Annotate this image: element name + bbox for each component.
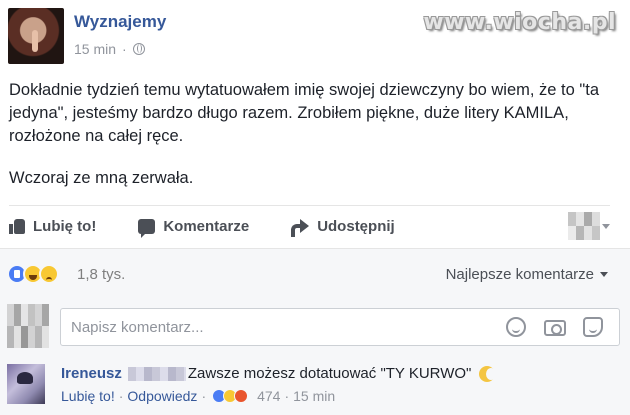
comment-button[interactable]: Komentarze (138, 217, 250, 238)
comment-text: Zawsze możesz dotatuować "TY KURWO" (187, 365, 472, 382)
comment-reply-link[interactable]: Odpowiedz (127, 388, 197, 404)
camera-icon[interactable] (544, 320, 566, 336)
commenter-name[interactable]: Ireneusz (61, 365, 122, 382)
meta-separator: · (284, 388, 290, 404)
moon-emoji-icon (479, 365, 497, 382)
meta-separator: · (118, 388, 124, 404)
divider (9, 205, 610, 206)
meta-separator: · (122, 41, 127, 57)
comment-sort-label: Najlepsze komentarze (445, 266, 594, 283)
comment-meta: Lubię to! · Odpowiedz · 474 · 15 min (61, 388, 335, 404)
author-block: Wyznajemy 15 min · (74, 8, 166, 64)
watermark: www.wiocha.pl (423, 10, 616, 35)
post-paragraph: Dokładnie tydzień temu wytatuowałem imię… (9, 81, 600, 145)
share-arrow-icon (291, 219, 310, 237)
comment-line: Ireneusz Zawsze możesz dotatuować "TY KU… (61, 365, 497, 382)
comment-placeholder: Napisz komentarz... (71, 319, 204, 336)
sticker-icon[interactable] (583, 317, 603, 337)
share-button[interactable]: Udostępnij (291, 217, 395, 237)
post-meta: 15 min · (74, 41, 166, 57)
comment-label: Komentarze (163, 217, 250, 235)
comment-reactions[interactable] (212, 389, 249, 403)
emoji-icon[interactable] (506, 317, 526, 337)
viewer-avatar-selector[interactable] (568, 212, 600, 240)
comment-like-link[interactable]: Lubię to! (61, 388, 115, 404)
chevron-down-icon[interactable] (602, 224, 610, 229)
comment-reaction-count[interactable]: 474 (257, 388, 280, 404)
post-time[interactable]: 15 min (74, 41, 116, 57)
author-name[interactable]: Wyznajemy (74, 12, 166, 32)
globe-icon (132, 43, 145, 55)
post-paragraph: Wczoraj ze mną zerwała. (9, 169, 194, 187)
viewer-avatar (7, 304, 49, 348)
reaction-icons[interactable] (7, 264, 59, 284)
share-label: Udostępnij (317, 217, 395, 235)
comment-box-row: Napisz komentarz... (0, 298, 630, 356)
post-actions: Lubię to! Komentarze Udostępnij (9, 211, 609, 241)
thumbs-up-icon (9, 218, 25, 234)
chevron-down-icon (600, 272, 608, 277)
comment-time[interactable]: 15 min (293, 388, 335, 404)
comment-sort-dropdown[interactable]: Najlepsze komentarze (446, 266, 608, 283)
comment: Ireneusz Zawsze możesz dotatuować "TY KU… (0, 356, 630, 415)
meta-separator: · (201, 388, 207, 404)
comment-icon (138, 218, 156, 238)
angry-reaction-icon (234, 389, 249, 403)
comment-input[interactable]: Napisz komentarz... (60, 308, 620, 346)
post-header: Wyznajemy 15 min · (8, 8, 166, 64)
reaction-count[interactable]: 1,8 tys. (77, 266, 125, 283)
sad-reaction-icon (39, 264, 59, 284)
commenter-avatar[interactable] (7, 364, 45, 404)
like-button[interactable]: Lubię to! (9, 218, 96, 235)
post-body: Dokładnie tydzień temu wytatuowałem imię… (9, 79, 619, 209)
censored-surname (127, 366, 186, 381)
page-avatar[interactable] (8, 8, 64, 64)
like-label: Lubię to! (33, 217, 97, 235)
reactions-bar: 1,8 tys. Najlepsze komentarze (0, 248, 630, 298)
